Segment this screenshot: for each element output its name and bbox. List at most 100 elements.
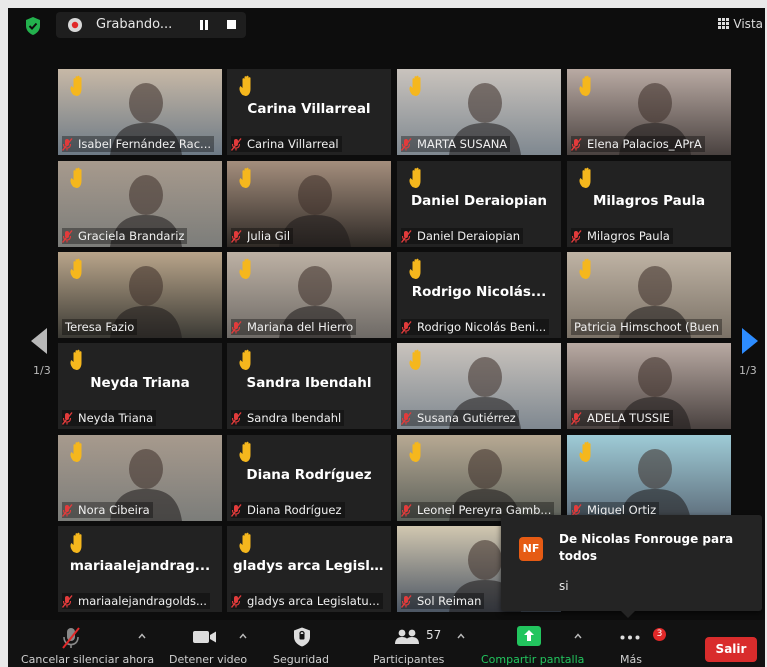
participant-name-label: Teresa Fazio bbox=[62, 319, 138, 335]
security-label: Seguridad bbox=[273, 653, 329, 666]
raised-hand-icon bbox=[70, 532, 82, 553]
participant-tile[interactable]: Mariana del Hierro bbox=[227, 252, 391, 338]
muted-microphone-icon bbox=[401, 229, 412, 243]
participant-name: Daniel Deraiopian bbox=[417, 229, 521, 243]
record-icon bbox=[68, 18, 82, 32]
raised-hand-icon bbox=[70, 349, 82, 370]
muted-microphone-icon bbox=[62, 594, 73, 608]
participants-options-caret[interactable] bbox=[457, 632, 465, 640]
participant-name: Neyda Triana bbox=[78, 411, 154, 425]
participant-tile[interactable]: Graciela Brandariz bbox=[58, 161, 222, 247]
leave-button[interactable]: Salir bbox=[705, 637, 757, 662]
chat-notification[interactable]: NF De Nicolas Fonrouge para todos si bbox=[501, 515, 762, 611]
page-indicator-left: 1/3 bbox=[33, 364, 51, 377]
more-button[interactable]: Más bbox=[608, 620, 652, 667]
recording-label: Grabando... bbox=[96, 17, 173, 32]
raised-hand-icon bbox=[579, 75, 591, 96]
muted-microphone-icon bbox=[231, 229, 242, 243]
stop-video-button[interactable]: Detener video bbox=[160, 620, 250, 667]
participant-tile[interactable]: Teresa Fazio bbox=[58, 252, 222, 338]
chat-notification-tail bbox=[620, 610, 636, 618]
participant-tile[interactable]: Nora Cibeira bbox=[58, 435, 222, 521]
participant-name: Mariana del Hierro bbox=[247, 320, 354, 334]
participant-tile-name: Sandra Ibendahl bbox=[246, 375, 372, 391]
participant-tile[interactable]: Sandra Ibendahl Sandra Ibendahl bbox=[227, 343, 391, 429]
participant-tile[interactable]: Daniel Deraiopian Daniel Deraiopian bbox=[397, 161, 561, 247]
raised-hand-icon bbox=[70, 167, 82, 188]
more-dots-icon bbox=[620, 635, 640, 640]
muted-microphone-icon bbox=[231, 320, 242, 334]
raised-hand-icon bbox=[579, 167, 591, 188]
muted-microphone-icon bbox=[62, 137, 73, 151]
security-shield-icon bbox=[294, 627, 310, 647]
muted-microphone-icon bbox=[62, 411, 73, 425]
participant-name: Susana Gutiérrez bbox=[417, 411, 516, 425]
muted-microphone-icon bbox=[62, 229, 73, 243]
participant-tile[interactable]: Carina Villarreal Carina Villarreal bbox=[227, 69, 391, 155]
participant-tile[interactable]: Miguel Ortiz bbox=[567, 435, 731, 521]
participant-tile-name: Neyda Triana bbox=[90, 375, 190, 391]
participant-name: Nora Cibeira bbox=[78, 503, 150, 517]
muted-microphone-icon bbox=[401, 137, 412, 151]
participant-name: Sol Reiman bbox=[417, 594, 482, 608]
participant-name-label: MARTA SUSANA bbox=[401, 136, 511, 152]
unmute-button[interactable]: Cancelar silenciar ahora bbox=[8, 620, 154, 667]
participant-name: mariaalejandragolds... bbox=[78, 594, 207, 608]
security-button[interactable]: Seguridad bbox=[268, 620, 338, 667]
pause-recording-button[interactable] bbox=[194, 16, 214, 34]
raised-hand-icon bbox=[579, 258, 591, 279]
participant-name: Rodrigo Nicolás Beni... bbox=[417, 320, 547, 334]
raised-hand-icon bbox=[409, 258, 421, 279]
participant-tile[interactable]: Diana Rodríguez Diana Rodríguez bbox=[227, 435, 391, 521]
participant-tile[interactable]: mariaalejandrag... mariaalejandragolds... bbox=[58, 526, 222, 612]
raised-hand-icon bbox=[239, 258, 251, 279]
grid-icon bbox=[718, 18, 730, 29]
participant-tile[interactable]: ADELA TUSSIE bbox=[567, 343, 731, 429]
view-label: Vista bbox=[733, 17, 763, 31]
next-page-arrow[interactable] bbox=[742, 328, 758, 354]
participant-tile[interactable]: Rodrigo Nicolás... Rodrigo Nicolás Beni..… bbox=[397, 252, 561, 338]
participant-tile[interactable]: Patricia Himschoot (Buen bbox=[567, 252, 731, 338]
participants-label: Participantes bbox=[373, 653, 445, 666]
participant-tile[interactable]: Isabel Fernández Rac... bbox=[58, 69, 222, 155]
raised-hand-icon bbox=[409, 349, 421, 370]
participant-tile[interactable]: Milagros Paula Milagros Paula bbox=[567, 161, 731, 247]
view-button[interactable]: Vista bbox=[718, 17, 763, 31]
audio-options-caret[interactable] bbox=[138, 632, 146, 640]
share-screen-button[interactable]: Compartir pantalla bbox=[474, 620, 586, 667]
share-screen-icon bbox=[517, 626, 541, 646]
raised-hand-icon bbox=[409, 75, 421, 96]
muted-microphone-icon bbox=[62, 627, 80, 649]
muted-microphone-icon bbox=[231, 503, 242, 517]
participant-tile[interactable]: Susana Gutiérrez bbox=[397, 343, 561, 429]
participant-tile[interactable]: MARTA SUSANA bbox=[397, 69, 561, 155]
stop-recording-button[interactable] bbox=[222, 16, 242, 34]
raised-hand-icon bbox=[70, 441, 82, 462]
stop-video-label: Detener video bbox=[169, 653, 248, 666]
participant-name-label: Carina Villarreal bbox=[231, 136, 342, 152]
participant-name-label: Elena Palacios_APrA bbox=[571, 136, 705, 152]
recording-indicator: Grabando... bbox=[56, 12, 246, 38]
participant-tile[interactable]: Julia Gil bbox=[227, 161, 391, 247]
participants-icon bbox=[395, 629, 419, 644]
participant-tile[interactable]: gladys arca Legislatu... gladys arca Legi… bbox=[227, 526, 391, 612]
share-options-caret[interactable] bbox=[574, 632, 582, 640]
participant-tile[interactable]: Leonel Pereyra Gamb... bbox=[397, 435, 561, 521]
participant-name: Sandra Ibendahl bbox=[247, 411, 342, 425]
video-camera-icon bbox=[193, 631, 216, 643]
participant-tile-name: mariaalejandrag... bbox=[69, 558, 211, 574]
more-badge: 3 bbox=[653, 628, 666, 641]
previous-page-arrow[interactable] bbox=[31, 328, 47, 354]
muted-microphone-icon bbox=[401, 411, 412, 425]
participant-tile[interactable]: Elena Palacios_APrA bbox=[567, 69, 731, 155]
shield-icon[interactable] bbox=[23, 16, 43, 36]
participant-name-label: gladys arca Legislatu... bbox=[231, 593, 383, 609]
participant-tile[interactable]: Neyda Triana Neyda Triana bbox=[58, 343, 222, 429]
participants-button[interactable]: 57 Participantes bbox=[364, 620, 456, 667]
raised-hand-icon bbox=[239, 532, 251, 553]
chat-sender-avatar: NF bbox=[519, 537, 543, 561]
muted-microphone-icon bbox=[571, 137, 582, 151]
participant-name: Diana Rodríguez bbox=[247, 503, 342, 517]
video-options-caret[interactable] bbox=[239, 632, 247, 640]
muted-microphone-icon bbox=[401, 320, 412, 334]
